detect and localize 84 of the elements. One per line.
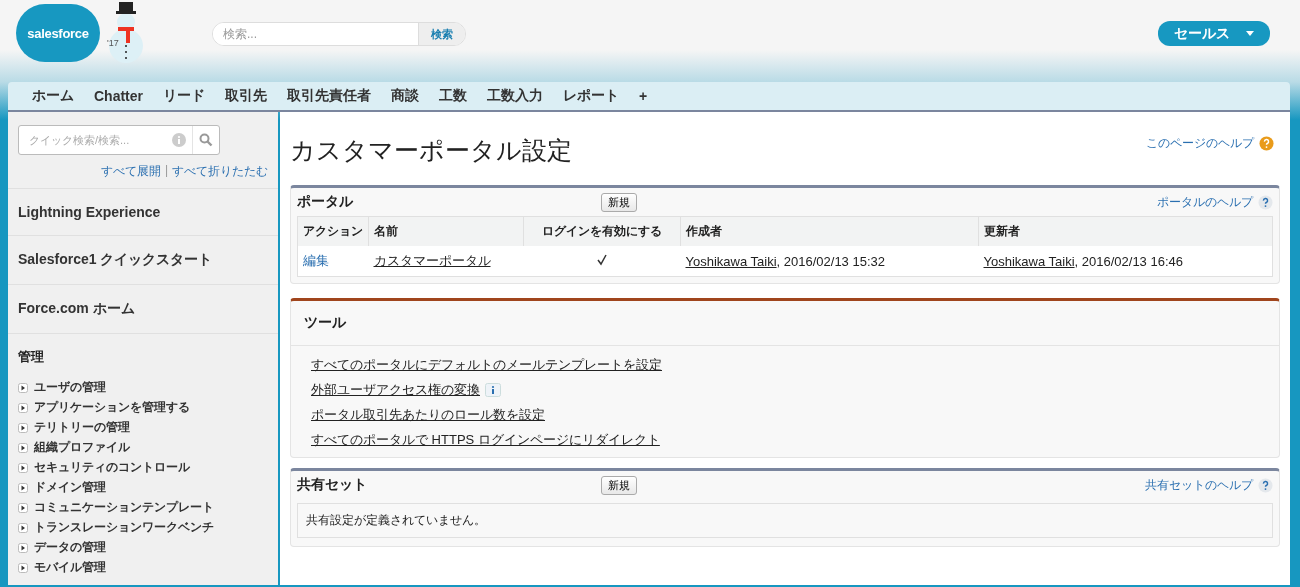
panel-title: ポータル [297, 193, 354, 211]
snowman-drawing [106, 0, 146, 66]
nav-tab[interactable]: 商談 [381, 83, 429, 109]
tool-link[interactable]: すべてのポータルで HTTPS ログインページにリダイレクト [311, 431, 660, 449]
empty-message: 共有設定が定義されていません。 [297, 503, 1273, 538]
edit-link[interactable]: 編集 [303, 253, 329, 268]
sidebar-item[interactable]: データの管理 [18, 539, 268, 556]
item-label: 組織プロファイル [34, 439, 130, 456]
column-header: ログインを有効にする [523, 216, 681, 246]
portal-link[interactable]: カスタマーポータル [373, 253, 491, 268]
panel-title: 共有セット [297, 476, 368, 494]
nav-tab[interactable]: 取引先 [215, 83, 277, 109]
item-label: セキュリティのコントロール [34, 459, 190, 476]
nav-tab[interactable]: リード [153, 83, 215, 109]
tool-link[interactable]: 外部ユーザアクセス権の変換 [311, 381, 480, 399]
page-title: カスタマーポータル設定 [290, 135, 572, 166]
sidebar-section[interactable]: Salesforce1 クイックスタート [8, 235, 278, 284]
sidebar-item[interactable]: モバイル管理 [18, 559, 268, 576]
section-title: 管理 [18, 348, 45, 366]
column-header: 作成者 [680, 216, 979, 246]
expand-icon[interactable] [18, 502, 28, 513]
sidebar-item[interactable]: トランスレーションワークベンチ [18, 519, 268, 536]
year-label: '17 [107, 38, 119, 48]
search-field[interactable]: 検索... 検索 [212, 22, 466, 46]
info-icon[interactable] [485, 383, 501, 397]
expand-icon[interactable] [18, 542, 28, 553]
item-label: ユーザの管理 [34, 379, 106, 396]
column-header: 名前 [368, 216, 524, 246]
expand-icon[interactable] [18, 462, 28, 473]
sidebar-section[interactable]: Force.com ホーム [8, 284, 278, 333]
tool-link[interactable]: すべてのポータルにデフォルトのメールテンプレートを設定 [311, 356, 662, 374]
quick-search-field[interactable]: クイック検索/検索... [18, 125, 220, 155]
sidebar-item[interactable]: コミュニケーションテンプレート [18, 499, 268, 516]
separator: | [164, 163, 168, 179]
new-button[interactable]: 新規 [601, 192, 637, 212]
help-link[interactable]: ポータルのヘルプ [1157, 193, 1273, 211]
help-icon [1258, 194, 1273, 210]
nav-tab[interactable]: 工数 [429, 83, 477, 109]
sidebar-item[interactable]: アプリケーションを管理する [18, 399, 268, 416]
caret-icon [1246, 31, 1254, 36]
sidebar-item[interactable]: ユーザの管理 [18, 379, 268, 396]
sidebar-section[interactable]: Lightning Experience [8, 188, 278, 235]
info-icon [172, 133, 186, 147]
expand-icon[interactable] [18, 482, 28, 493]
help-link[interactable]: 共有セットのヘルプ [1145, 476, 1273, 494]
user-link[interactable]: Yoshikawa Taiki [685, 253, 777, 269]
nav-tab[interactable]: 取引先責任者 [277, 83, 381, 109]
expand-all-link[interactable]: すべて展開 [100, 163, 161, 180]
sidebar-item[interactable]: セキュリティのコントロール [18, 459, 268, 476]
tool-link[interactable]: ポータル取引先あたりのロール数を設定 [311, 406, 545, 424]
item-label: トランスレーションワークベンチ [34, 519, 214, 536]
nav-tab[interactable]: Chatter [84, 84, 153, 108]
page-help-link[interactable]: このページのヘルプ [1146, 135, 1274, 152]
nav-tab[interactable]: ホーム [22, 83, 84, 109]
search-icon[interactable] [199, 133, 213, 147]
expand-icon[interactable] [18, 442, 28, 453]
item-label: コミュニケーションテンプレート [34, 499, 214, 516]
expand-icon[interactable] [18, 522, 28, 533]
item-label: アプリケーションを管理する [34, 399, 190, 416]
collapse-all-link[interactable]: すべて折りたたむ [172, 163, 268, 180]
user-link[interactable]: Yoshikawa Taiki [983, 253, 1075, 269]
sidebar-item[interactable]: テリトリーの管理 [18, 419, 268, 436]
expand-icon[interactable] [18, 382, 28, 393]
column-header: 更新者 [978, 216, 1273, 246]
timestamp: , 2016/02/13 16:46 [1074, 253, 1183, 269]
column-header: アクション [297, 216, 369, 246]
sidebar-item[interactable]: ドメイン管理 [18, 479, 268, 496]
expand-icon[interactable] [18, 402, 28, 413]
help-icon [1259, 136, 1274, 151]
help-icon [1258, 477, 1273, 493]
expand-icon[interactable] [18, 562, 28, 573]
timestamp: , 2016/02/13 15:32 [776, 253, 885, 269]
item-label: モバイル管理 [34, 559, 106, 576]
nav-tab[interactable]: 工数入力 [477, 83, 553, 109]
item-label: テリトリーの管理 [34, 419, 130, 436]
sidebar-item[interactable]: 組織プロファイル [18, 439, 268, 456]
nav-tab[interactable]: レポート [553, 83, 629, 109]
new-button[interactable]: 新規 [601, 475, 637, 495]
nav-tab[interactable]: + [629, 84, 658, 108]
item-label: ドメイン管理 [34, 479, 106, 496]
panel-title: ツール [304, 314, 346, 332]
item-label: データの管理 [34, 539, 106, 556]
search-button[interactable]: 検索 [418, 23, 465, 45]
expand-icon[interactable] [18, 422, 28, 433]
